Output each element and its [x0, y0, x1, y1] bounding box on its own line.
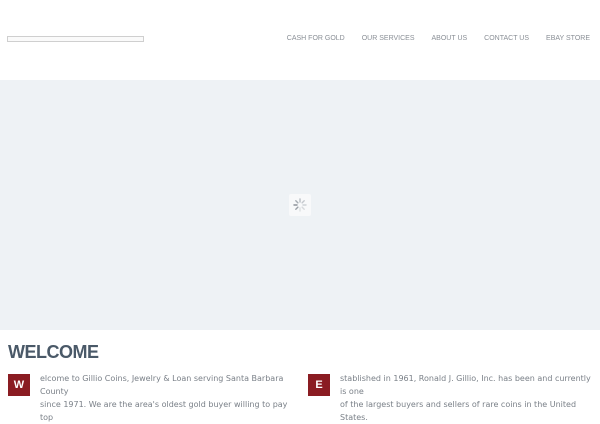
site-header: CASH FOR GOLD OUR SERVICES ABOUT US CONT…: [0, 0, 600, 80]
nav-contact-us[interactable]: CONTACT US: [484, 35, 529, 42]
dropcap-w: W: [8, 374, 30, 396]
logo-placeholder[interactable]: [7, 36, 144, 42]
nav-our-services[interactable]: OUR SERVICES: [362, 35, 415, 42]
col1-line1: elcome to Gillio Coins, Jewelry & Loan s…: [40, 374, 284, 396]
welcome-text-col2: stablished in 1961, Ronald J. Gillio, In…: [340, 372, 595, 424]
dropcap-e: E: [308, 374, 330, 396]
welcome-heading: WELCOME: [8, 342, 99, 362]
col1-line2: since 1971. We are the area's oldest gol…: [40, 400, 288, 422]
nav-cash-for-gold[interactable]: CASH FOR GOLD: [287, 35, 345, 42]
nav-about-us[interactable]: ABOUT US: [432, 35, 468, 42]
nav-ebay-store[interactable]: EBAY STORE: [546, 35, 590, 42]
main-nav: CASH FOR GOLD OUR SERVICES ABOUT US CONT…: [270, 35, 590, 42]
welcome-text-col1: elcome to Gillio Coins, Jewelry & Loan s…: [40, 372, 295, 424]
loading-spinner-icon: [289, 194, 311, 216]
col2-line1: stablished in 1961, Ronald J. Gillio, In…: [340, 374, 591, 396]
col2-line2: of the largest buyers and sellers of rar…: [340, 400, 577, 422]
